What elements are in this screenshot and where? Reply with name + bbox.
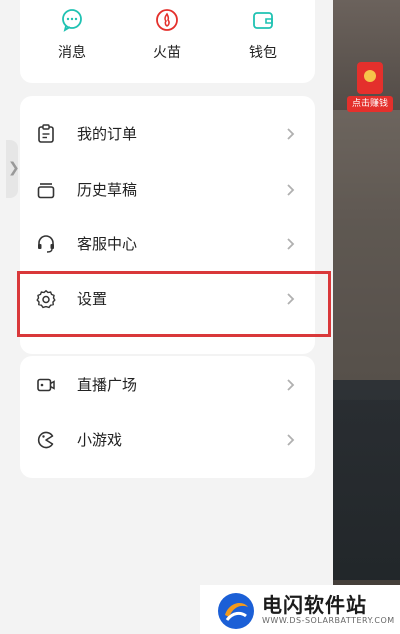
chevron-right-icon [287, 379, 295, 391]
game-icon [37, 431, 54, 449]
menu-item-drafts[interactable]: 历史草稿 [20, 170, 315, 210]
chevron-left-icon: ❯ [8, 160, 20, 176]
wallet-icon [253, 12, 273, 29]
menu-item-label: 客服中心 [77, 235, 138, 253]
quick-action-label: 火苗 [153, 45, 181, 61]
settings-highlight-box [17, 271, 331, 337]
site-logo-icon [218, 593, 254, 629]
chevron-right-icon [287, 238, 295, 250]
side-drawer: ❯ 消息 火苗 钱包 我的订单 历史草稿 客服中心 设置 直播广场 小游戏 [0, 0, 333, 634]
chevron-right-icon [287, 434, 295, 446]
menu-item-label: 直播广场 [77, 376, 138, 394]
drawer-handle[interactable]: ❯ [6, 140, 20, 198]
chevron-right-icon [287, 128, 295, 140]
headset-icon [38, 235, 54, 253]
menu-item-mini-games[interactable]: 小游戏 [20, 420, 315, 460]
menu-item-label: 小游戏 [77, 431, 123, 449]
menu-item-label: 历史草稿 [77, 181, 138, 199]
red-packet-label: 点击赚钱 [347, 96, 393, 112]
quick-action-label: 钱包 [249, 45, 277, 61]
site-name: 电闪软件站 [262, 593, 367, 617]
order-icon [38, 124, 54, 143]
flame-icon [156, 9, 178, 31]
menu-item-orders[interactable]: 我的订单 [20, 114, 315, 154]
chevron-right-icon [287, 184, 295, 196]
coin-icon [364, 70, 376, 82]
quick-action-messages[interactable]: 消息 [42, 0, 102, 62]
menu-item-live-plaza[interactable]: 直播广场 [20, 365, 315, 405]
menu-item-label: 我的订单 [77, 125, 138, 143]
message-icon [62, 9, 82, 32]
background-wall [333, 110, 400, 400]
site-url: WWW.DS-SOLARBATTERY.COM [262, 616, 395, 625]
site-watermark: 电闪软件站 WWW.DS-SOLARBATTERY.COM [200, 585, 400, 634]
live-icon [37, 378, 55, 392]
background-water [333, 380, 400, 580]
menu-item-support[interactable]: 客服中心 [20, 224, 315, 264]
red-packet-button[interactable]: 点击赚钱 [347, 62, 393, 118]
quick-action-label: 消息 [58, 45, 86, 61]
quick-action-wallet[interactable]: 钱包 [233, 0, 293, 62]
drafts-icon [37, 183, 55, 199]
quick-action-flame[interactable]: 火苗 [137, 0, 197, 62]
quick-actions-card: 消息 火苗 钱包 [20, 0, 315, 83]
